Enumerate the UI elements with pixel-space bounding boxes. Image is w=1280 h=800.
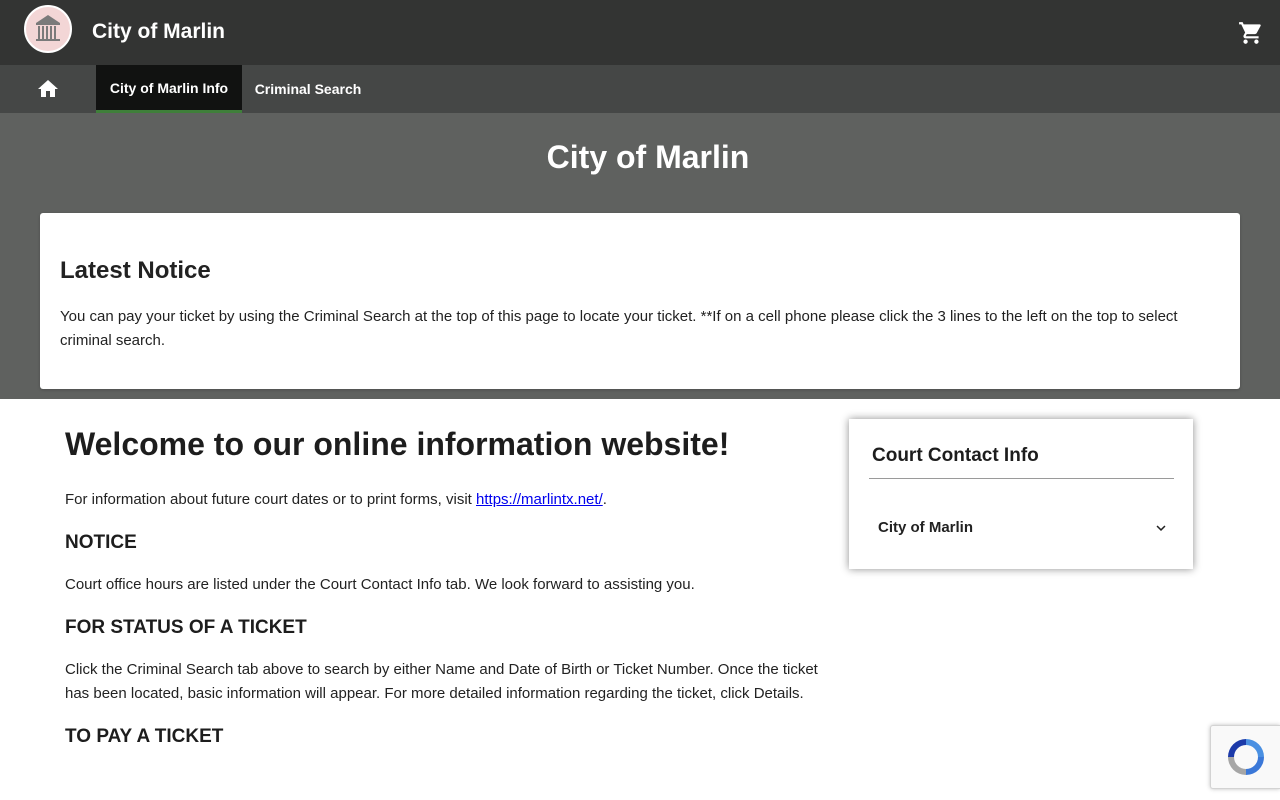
section-text-ticket-status: Click the Criminal Search tab above to s…: [65, 661, 818, 702]
courthouse-icon[interactable]: [24, 5, 72, 53]
main-content: Welcome to our online information websit…: [65, 420, 825, 750]
chevron-down-icon[interactable]: [1152, 519, 1170, 537]
intro-text: For information about future court dates…: [65, 491, 477, 508]
notice-text: You can pay your ticket by using the Cri…: [60, 308, 1178, 349]
divider: [869, 478, 1174, 479]
section-heading-ticket-status: FOR STATUS OF A TICKET: [65, 617, 307, 638]
contact-item-label: City of Marlin: [878, 519, 974, 536]
latest-notice-card: Latest Notice You can pay your ticket by…: [40, 213, 1240, 389]
court-contact-card: Court Contact Info City of Marlin: [849, 419, 1193, 569]
intro-suffix: .: [602, 491, 607, 508]
contact-accordion-city-of-marlin[interactable]: City of Marlin: [869, 509, 1174, 547]
home-icon[interactable]: [36, 77, 60, 101]
contact-title: Court Contact Info: [872, 445, 1039, 466]
marlin-website-link[interactable]: https://marlintx.net/: [476, 491, 603, 508]
section-text-notice: Court office hours are listed under the …: [65, 576, 695, 593]
tab-label: City of Marlin Info: [109, 79, 229, 96]
section-heading-pay-ticket: TO PAY A TICKET: [65, 726, 224, 747]
section-heading-notice: NOTICE: [65, 532, 137, 553]
intro-paragraph: For information about future court dates…: [65, 488, 825, 512]
tab-label: Criminal Search: [254, 81, 362, 97]
app-title[interactable]: City of Marlin: [92, 20, 225, 44]
recaptcha-badge[interactable]: [1210, 725, 1280, 789]
recaptcha-icon: [1227, 739, 1264, 775]
tab-criminal-search[interactable]: Criminal Search: [242, 65, 374, 113]
app-header: City of Marlin: [0, 0, 1280, 65]
tab-city-info[interactable]: City of Marlin Info: [96, 65, 242, 113]
welcome-heading: Welcome to our online information websit…: [65, 426, 730, 462]
page-title: City of Marlin: [546, 139, 750, 175]
cart-icon[interactable]: [1238, 20, 1264, 46]
notice-heading: Latest Notice: [60, 257, 211, 284]
nav-bar: City of Marlin Info Criminal Search: [0, 65, 1280, 113]
